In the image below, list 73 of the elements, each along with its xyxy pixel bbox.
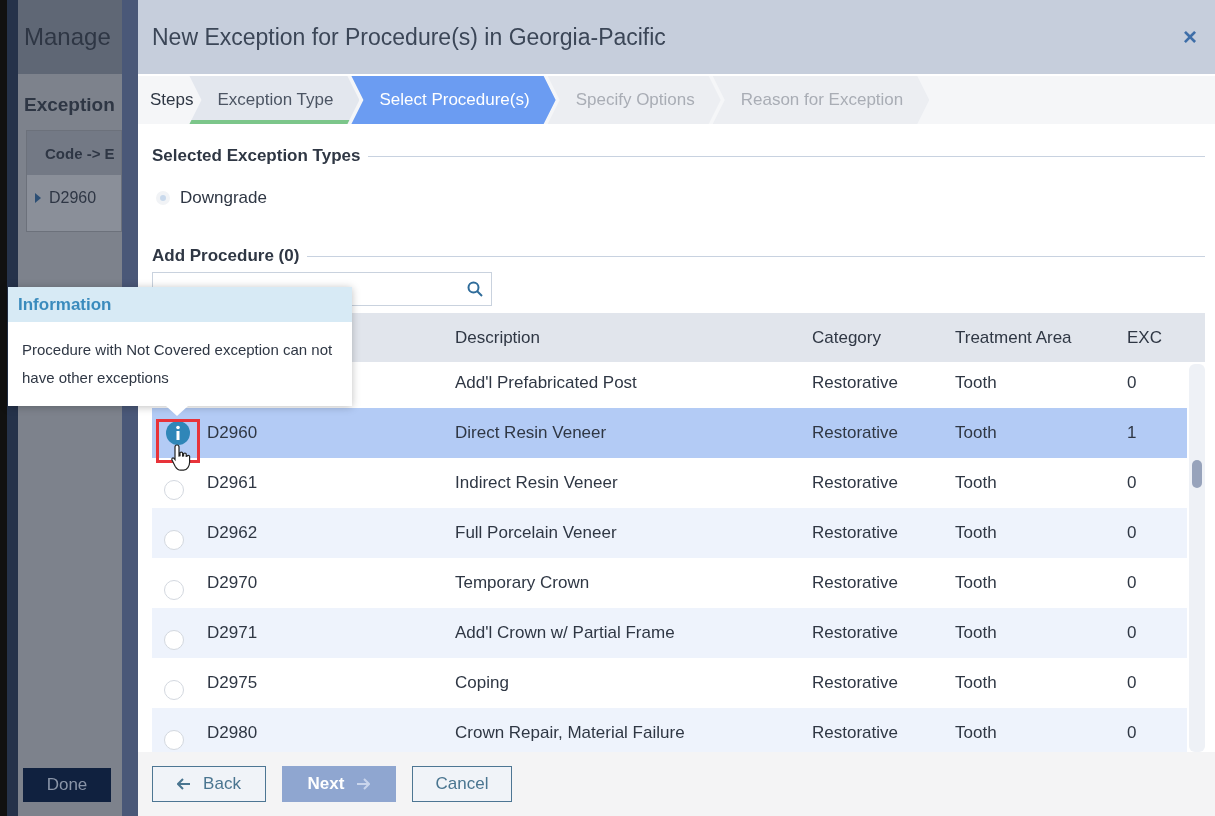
scrollbar-thumb[interactable] [1192, 460, 1202, 488]
table-cell-text: Tooth [955, 473, 998, 493]
table-cell-text: Coping [455, 673, 510, 693]
table-row[interactable]: D2962 Full Porcelain Veneer Restorative Tooth 0 [152, 508, 1187, 558]
done-button[interactable]: Done [23, 768, 111, 802]
search-icon [467, 281, 483, 297]
table-cell-text: 0 [1127, 373, 1138, 393]
table-cell-text: Add'l Prefabricated Post [455, 373, 638, 393]
table-cell-text: Restorative [812, 573, 899, 593]
info-icon[interactable] [166, 421, 190, 445]
table-cell-text: D2962 [207, 523, 259, 543]
radio-button[interactable] [164, 730, 184, 750]
section-heading: Selected Exception Types [152, 146, 361, 166]
column-header: Treatment Area [955, 327, 1073, 348]
right-arrow-icon [356, 778, 371, 790]
table-cell-text: D2961 [207, 473, 259, 493]
expand-caret-icon [35, 193, 41, 203]
table-row[interactable]: D2971 Add'l Crown w/ Partial Frame Restorative Tooth 0 [152, 608, 1187, 658]
close-button[interactable]: × [1179, 23, 1201, 51]
radio-button[interactable] [156, 191, 170, 205]
footer-button[interactable]: Cancel [412, 766, 512, 802]
table-cell-text: Restorative [812, 473, 899, 493]
table-cell-text: Temporary Crown [455, 573, 591, 593]
table-cell-text: D2970 [207, 573, 259, 593]
table-cell-text: Restorative [812, 673, 899, 693]
radio-label: Downgrade [180, 188, 267, 208]
table-cell-text: D2971 [207, 623, 259, 643]
table-cell-text: Restorative [812, 623, 899, 643]
table-cell-text: Restorative [812, 373, 899, 393]
column-header: Description [455, 327, 542, 348]
table-cell-text: Tooth [955, 423, 998, 443]
radio-button[interactable] [164, 630, 184, 650]
table-cell-text: D2960 [207, 423, 259, 443]
table-cell-text: 1 [1127, 423, 1138, 443]
table-cell-text: 0 [1127, 573, 1138, 593]
section-title: Exception [24, 94, 115, 115]
table-cell-text: 0 [1127, 673, 1138, 693]
table-cell-text: D2975 [207, 673, 259, 693]
left-arrow-icon [177, 778, 192, 790]
table-cell: D2960 [49, 189, 97, 207]
table-cell-text: Restorative [812, 523, 899, 543]
table-cell-text: Tooth [955, 723, 998, 743]
radio-button[interactable] [164, 580, 184, 600]
radio-button[interactable] [164, 680, 184, 700]
table-cell-text: Full Porcelain Veneer [455, 523, 618, 543]
column-header: Category [812, 327, 882, 348]
table-cell-text: Tooth [955, 673, 998, 693]
table-cell-text: Add'l Crown w/ Partial Frame [455, 623, 676, 643]
table-cell-text: 0 [1127, 723, 1138, 743]
tooltip-text: Procedure with Not Covered exception can not have other exceptions [21, 340, 334, 388]
table-row[interactable]: D2980 Crown Repair, Material Failure Restorative Tooth 0 [152, 708, 1187, 752]
table-cell-text: Tooth [955, 373, 998, 393]
radio-button[interactable] [164, 480, 184, 500]
table-cell-text: Restorative [812, 423, 899, 443]
table-cell-text: Tooth [955, 623, 998, 643]
table-cell-text: Direct Resin Veneer [455, 423, 608, 443]
scrollbar[interactable] [1189, 364, 1205, 752]
column-header: EXC [1127, 327, 1163, 348]
table-cell-text: Crown Repair, Material Failure [455, 723, 686, 743]
table-cell-text: 0 [1127, 473, 1138, 493]
table-cell-text: 0 [1127, 623, 1138, 643]
table-cell-text: D2980 [207, 723, 259, 743]
dialog-title: New Exception for Procedure(s) in Georgia-Pacific [152, 23, 666, 51]
table-cell-text: 0 [1127, 523, 1138, 543]
tooltip-title: Information [18, 294, 112, 315]
section-heading: Add Procedure (0) [152, 246, 300, 266]
column-header: Code -> E [45, 144, 115, 162]
table-cell-text: Indirect Resin Veneer [455, 473, 619, 493]
radio-button[interactable] [164, 530, 184, 550]
table-cell-text: Restorative [812, 723, 899, 743]
table-cell-text: Tooth [955, 523, 998, 543]
footer-button[interactable]: Back [152, 766, 266, 802]
table-cell-text: Tooth [955, 573, 998, 593]
